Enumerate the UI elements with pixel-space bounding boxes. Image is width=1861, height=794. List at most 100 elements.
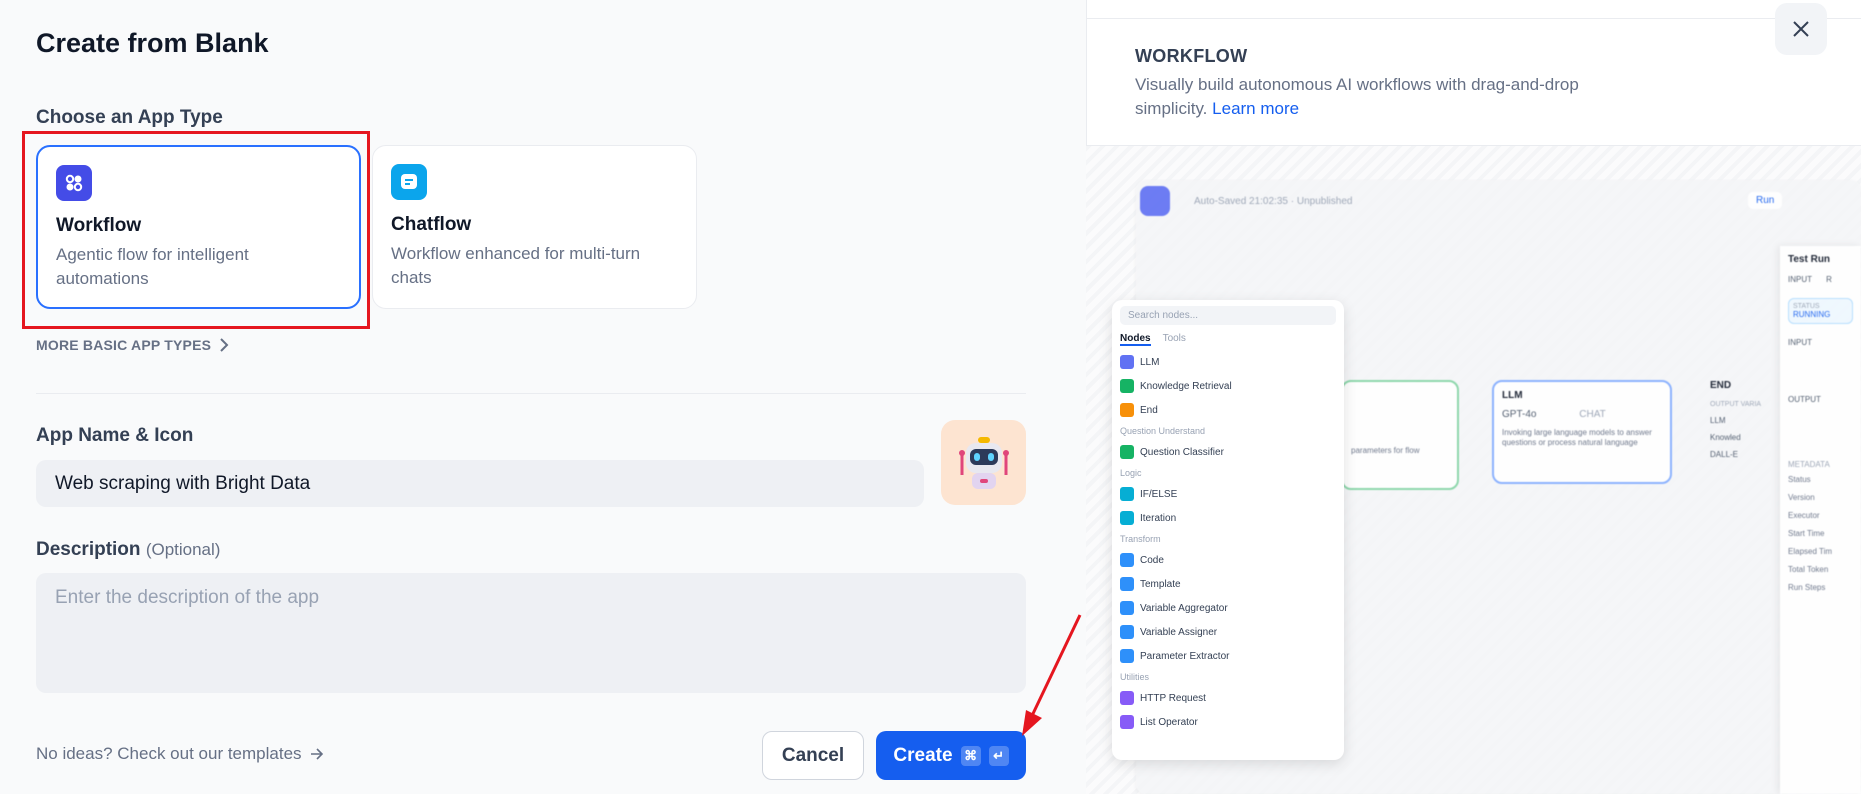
node-type-icon bbox=[1120, 445, 1134, 459]
app-name-input[interactable]: Web scraping with Bright Data bbox=[36, 460, 924, 507]
preview-heading: WORKFLOW bbox=[1135, 46, 1248, 66]
status-value: RUNNING bbox=[1793, 310, 1831, 319]
preview-description: Visually build autonomous AI workflows w… bbox=[1135, 73, 1655, 121]
input-label: INPUT bbox=[1788, 338, 1812, 347]
node-item: List Operator bbox=[1120, 710, 1336, 734]
node-item-label: LLM bbox=[1140, 356, 1160, 368]
close-icon bbox=[1793, 21, 1809, 37]
node-group-label: Question Understand bbox=[1120, 426, 1206, 436]
metadata-label: METADATA bbox=[1788, 460, 1830, 469]
description-textarea[interactable]: Enter the description of the app bbox=[36, 573, 1026, 693]
chevron-right-icon bbox=[220, 338, 229, 352]
node-group-label: Transform bbox=[1120, 534, 1161, 544]
node-item: Template bbox=[1120, 572, 1336, 596]
app-icon-picker[interactable] bbox=[941, 420, 1026, 505]
annotation-highlight-box bbox=[22, 131, 370, 329]
node-group-label: Utilities bbox=[1120, 672, 1150, 682]
node-item: Parameter Extractor bbox=[1120, 644, 1336, 668]
output-label: OUTPUT bbox=[1788, 395, 1821, 404]
node-type-icon bbox=[1120, 649, 1134, 663]
dialog-title: Create from Blank bbox=[36, 28, 269, 58]
cancel-button[interactable]: Cancel bbox=[762, 731, 864, 780]
section-divider bbox=[36, 393, 1026, 394]
templates-link-label: No ideas? Check out our templates bbox=[36, 744, 302, 763]
node-item: IF/ELSE bbox=[1120, 482, 1336, 506]
node-item: Variable Assigner bbox=[1120, 620, 1336, 644]
node-item: Iteration bbox=[1120, 506, 1336, 530]
node-picker-panel: Search nodes... Nodes Tools LLM Knowledge… bbox=[1112, 300, 1344, 760]
metadata-item: Run Steps bbox=[1788, 583, 1826, 592]
node-item-label: List Operator bbox=[1140, 716, 1198, 728]
llm-badge: CHAT bbox=[1579, 409, 1606, 420]
node-item: Variable Aggregator bbox=[1120, 596, 1336, 620]
node-type-icon bbox=[1120, 511, 1134, 525]
learn-more-link[interactable]: Learn more bbox=[1212, 99, 1299, 118]
llm-node-model: GPT-4o CHAT bbox=[1502, 409, 1662, 420]
chat-icon bbox=[391, 164, 427, 200]
node-item: HTTP Request bbox=[1120, 686, 1336, 710]
close-button[interactable] bbox=[1775, 3, 1827, 55]
node-item-label: End bbox=[1140, 404, 1158, 416]
node-type-icon bbox=[1120, 355, 1134, 369]
node-type-icon bbox=[1120, 487, 1134, 501]
metadata-item: Start Time bbox=[1788, 529, 1825, 538]
more-app-types-button[interactable]: MORE BASIC APP TYPES bbox=[36, 337, 229, 353]
node-item-label: Iteration bbox=[1140, 512, 1177, 524]
metadata-item: Status bbox=[1788, 475, 1811, 484]
more-app-types-label: MORE BASIC APP TYPES bbox=[36, 337, 212, 353]
bot-avatar-icon bbox=[1140, 186, 1170, 216]
node-type-icon bbox=[1120, 577, 1134, 591]
create-button-label: Create bbox=[893, 744, 953, 766]
test-run-tab: INPUT R bbox=[1788, 275, 1853, 284]
preview-description-text: Visually build autonomous AI workflows w… bbox=[1135, 75, 1579, 118]
node-item-label: Template bbox=[1140, 578, 1181, 590]
node-item-label: Question Classifier bbox=[1140, 446, 1224, 458]
metadata-list: Status Version Executor Start Time Elapsed T… bbox=[1788, 475, 1853, 601]
test-run-tab-input: INPUT bbox=[1788, 275, 1812, 284]
partial-node: parameters for flow bbox=[1341, 380, 1459, 490]
annotation-arrow bbox=[1022, 614, 1082, 736]
metadata-item: Elapsed Tim bbox=[1788, 547, 1833, 556]
partial-node-desc: parameters for flow bbox=[1351, 446, 1420, 455]
templates-link[interactable]: No ideas? Check out our templates bbox=[36, 744, 324, 764]
node-item: End bbox=[1120, 398, 1336, 422]
metadata-item: Total Token bbox=[1788, 565, 1829, 574]
arrow-right-icon bbox=[310, 748, 323, 760]
description-label: Description (Optional) bbox=[36, 539, 220, 561]
create-button[interactable]: Create ⌘ ↵ bbox=[876, 731, 1026, 780]
node-item: Code bbox=[1120, 548, 1336, 572]
llm-node-desc: Invoking large language models to answer… bbox=[1502, 428, 1652, 447]
node-picker-tabs: Nodes Tools bbox=[1120, 333, 1336, 346]
app-type-label: Choose an App Type bbox=[36, 107, 223, 128]
node-item-label: HTTP Request bbox=[1140, 692, 1206, 704]
run-button: Run bbox=[1748, 192, 1783, 209]
node-type-icon bbox=[1120, 379, 1134, 393]
description-optional: (Optional) bbox=[145, 540, 221, 559]
test-run-title: Test Run bbox=[1788, 254, 1831, 265]
node-item-label: Variable Aggregator bbox=[1140, 602, 1228, 614]
node-item-label: Parameter Extractor bbox=[1140, 650, 1230, 662]
enter-key-icon: ↵ bbox=[988, 745, 1009, 766]
chatflow-card-name: Chatflow bbox=[391, 214, 472, 235]
chatflow-card-desc: Workflow enhanced for multi-turn chats bbox=[391, 244, 641, 287]
end-node-vars: OUTPUT VARIA bbox=[1710, 401, 1762, 408]
llm-node: LLM GPT-4o CHAT Invoking large language … bbox=[1492, 380, 1672, 484]
metadata-item: Version bbox=[1788, 493, 1815, 502]
llm-model-name: GPT-4o bbox=[1502, 409, 1537, 420]
node-type-icon bbox=[1120, 553, 1134, 567]
node-item-label: Variable Assigner bbox=[1140, 626, 1218, 638]
app-name-value: Web scraping with Bright Data bbox=[55, 472, 311, 494]
tab-tools: Tools bbox=[1162, 333, 1186, 344]
preview-top-divider bbox=[1086, 18, 1861, 19]
cmd-key-icon: ⌘ bbox=[960, 745, 981, 766]
end-item: Knowled bbox=[1710, 433, 1741, 442]
node-type-icon bbox=[1120, 691, 1134, 705]
node-item: LLM bbox=[1120, 350, 1336, 374]
node-type-icon bbox=[1120, 601, 1134, 615]
app-name-label: App Name & Icon bbox=[36, 425, 194, 446]
end-item: DALL-E bbox=[1710, 450, 1739, 459]
chatflow-card[interactable]: Chatflow Workflow enhanced for multi-tur… bbox=[372, 145, 697, 309]
node-search-input: Search nodes... bbox=[1120, 306, 1336, 325]
create-dialog: Create from Blank Choose an App Type Wor… bbox=[0, 0, 1086, 794]
node-type-icon bbox=[1120, 403, 1134, 417]
